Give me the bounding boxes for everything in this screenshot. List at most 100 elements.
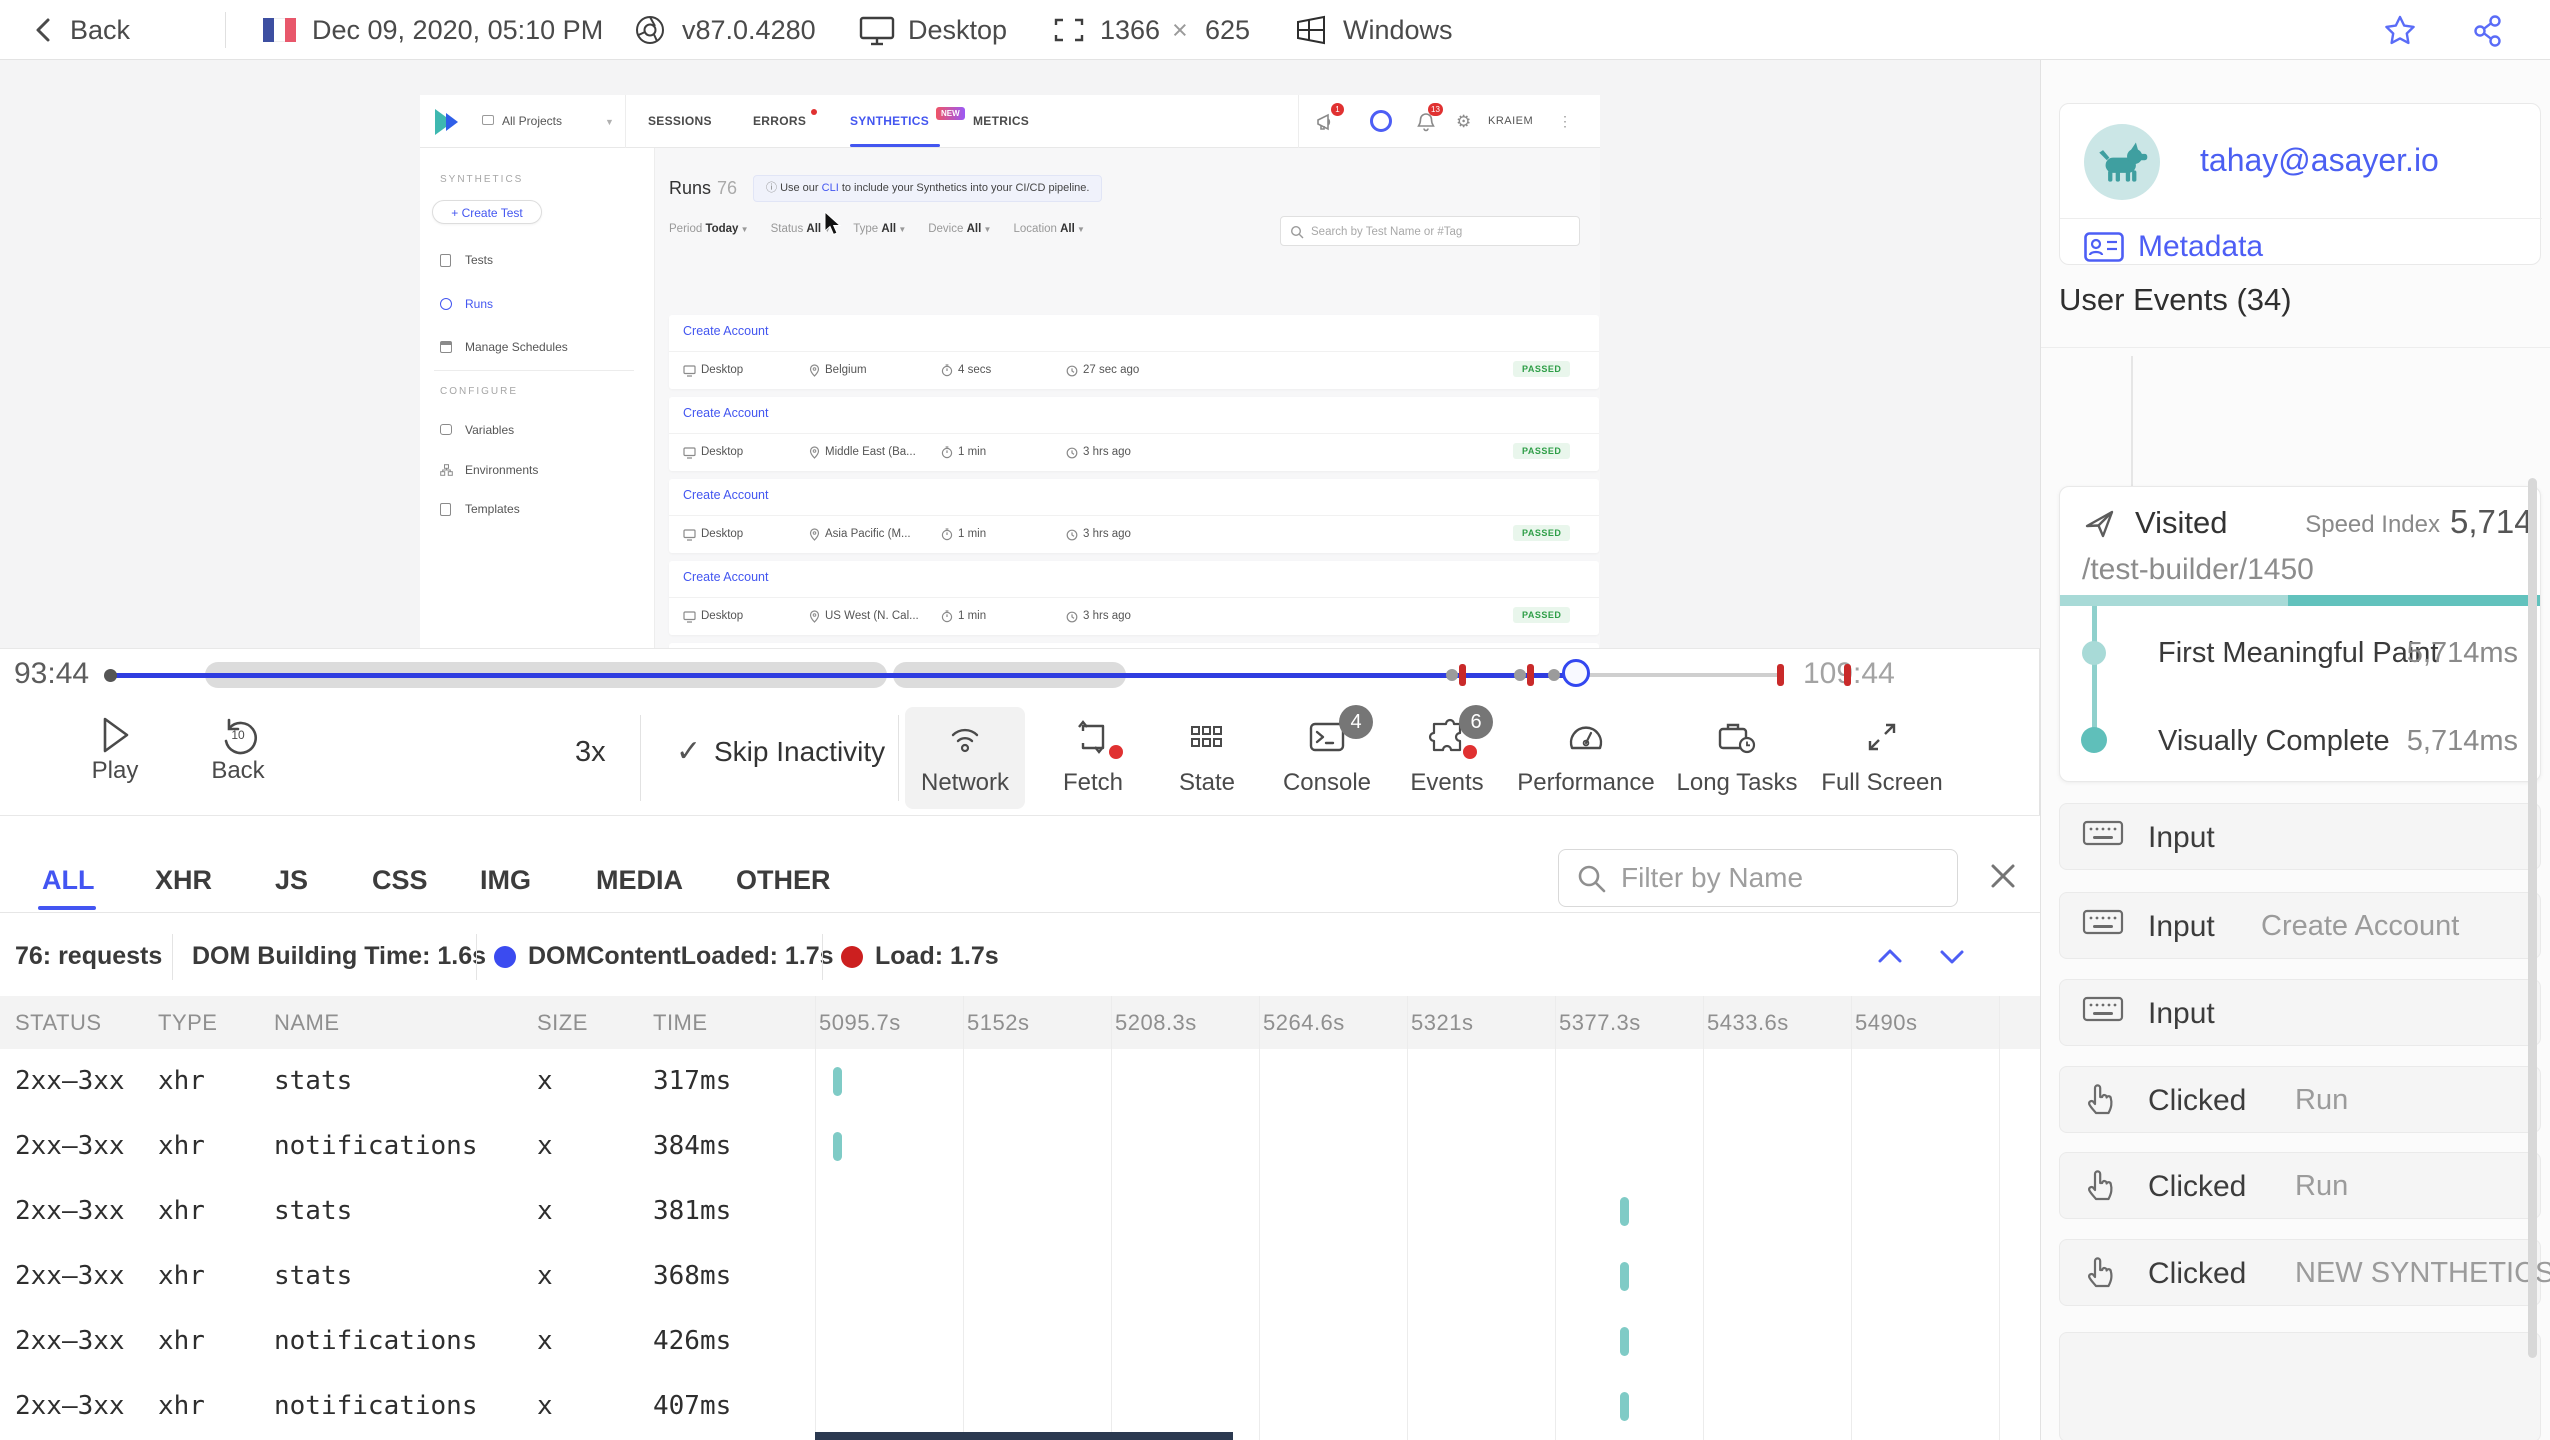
request-name: stats xyxy=(274,1196,353,1226)
back-button[interactable]: Back xyxy=(28,0,168,60)
speed-toggle[interactable]: 3x xyxy=(575,736,606,769)
run-card: Create Account Desktop Belgium 4 secs 27 sec… xyxy=(669,315,1599,389)
issue-marker-tick[interactable] xyxy=(1458,664,1466,686)
panel-button-long-tasks[interactable]: Long Tasks xyxy=(1677,707,1797,809)
mouse-cursor xyxy=(823,211,845,237)
net-tab-img[interactable]: IMG xyxy=(480,856,531,904)
close-panel-icon[interactable] xyxy=(1985,858,2021,894)
net-tab-js[interactable]: JS xyxy=(275,856,308,904)
jump-down-icon[interactable] xyxy=(1932,940,1972,974)
timeline-track[interactable] xyxy=(0,649,2040,701)
network-request-row[interactable]: 2xx–3xx xhr stats x 368ms xyxy=(0,1244,2040,1309)
network-request-row[interactable]: 2xx–3xx xhr notifications x 407ms xyxy=(0,1374,2040,1439)
back-10-button[interactable]: 10 Back xyxy=(200,711,276,811)
event-item-clicked[interactable]: Clicked Run xyxy=(2059,1066,2541,1133)
event-value: Run xyxy=(2295,1170,2349,1202)
skip-inactivity-check-icon[interactable]: ✓ xyxy=(676,734,701,769)
panel-button-performance[interactable]: Performance xyxy=(1517,707,1655,809)
network-request-row[interactable]: 2xx–3xx xhr stats x 317ms xyxy=(0,1049,2040,1114)
network-request-row[interactable]: 2xx–3xx xhr stats x 381ms xyxy=(0,1179,2040,1244)
issue-marker-tick[interactable] xyxy=(1526,664,1534,686)
share-icon[interactable] xyxy=(2470,13,2506,49)
avatar xyxy=(2084,124,2160,200)
event-item-input[interactable]: Input xyxy=(2059,979,2541,1046)
net-tab-css[interactable]: CSS xyxy=(372,856,428,904)
column-header-type[interactable]: TYPE xyxy=(158,996,217,1049)
request-size: x xyxy=(537,1066,553,1096)
net-tab-xhr[interactable]: XHR xyxy=(155,856,212,904)
player-section: 93:44 109:44 Play 10 Back 3x ✓ Skip Inac… xyxy=(0,648,2040,1440)
event-item-input[interactable]: Input xyxy=(2059,803,2541,870)
event-item-input[interactable]: Input Create Account xyxy=(2059,892,2541,959)
network-panel: ALL XHR JS CSS IMG MEDIA OTHER Filter by… xyxy=(0,816,2040,1440)
run-location-icon xyxy=(809,610,820,623)
tests-icon xyxy=(440,254,451,267)
column-header-name[interactable]: NAME xyxy=(274,996,340,1049)
panel-button-network[interactable]: Network xyxy=(905,707,1025,809)
request-type: xhr xyxy=(158,1326,205,1356)
run-device: Desktop xyxy=(683,516,743,553)
run-location-icon xyxy=(809,446,820,459)
request-size: x xyxy=(537,1261,553,1291)
replayed-app-screenshot: All Projects ▼ SESSIONS ERRORS SYNTHETIC… xyxy=(420,95,1600,648)
timeline-remaining[interactable] xyxy=(1578,673,1782,677)
issue-marker-tick[interactable] xyxy=(1776,664,1784,686)
event-item-clicked[interactable]: Clicked Run xyxy=(2059,1152,2541,1219)
back-10-icon: 10 xyxy=(224,718,257,755)
net-tab-all[interactable]: ALL xyxy=(42,856,94,904)
monitor-icon xyxy=(858,15,896,47)
timeline-progress[interactable] xyxy=(110,672,1578,678)
panel-label: Full Screen xyxy=(1821,769,1943,796)
skip-inactivity-label[interactable]: Skip Inactivity xyxy=(714,736,885,768)
column-header-time[interactable]: TIME xyxy=(653,996,708,1049)
event-marker-dot[interactable] xyxy=(1514,669,1526,681)
column-header-size[interactable]: SIZE xyxy=(537,996,588,1049)
count-badge: 6 xyxy=(1459,705,1493,739)
session-sidebar: tahay@asayer.io Metadata User Events (34… xyxy=(2040,60,2550,1440)
time-column-header: 5095.7s xyxy=(819,1010,901,1035)
run-duration: 4 secs xyxy=(941,352,991,389)
favorite-star-icon[interactable] xyxy=(2382,13,2418,49)
app-header-divider xyxy=(625,95,626,148)
metadata-button[interactable]: Metadata xyxy=(2138,230,2263,264)
event-marker-dot[interactable] xyxy=(1548,669,1560,681)
filter-input[interactable]: Filter by Name xyxy=(1558,849,1958,907)
topbar-divider xyxy=(225,12,226,48)
request-timing-bar xyxy=(833,1132,842,1161)
run-duration-icon xyxy=(941,528,953,541)
network-request-row[interactable]: 2xx–3xx xhr notifications x 384ms xyxy=(0,1114,2040,1179)
jump-up-icon[interactable] xyxy=(1870,940,1910,974)
visited-event-card[interactable]: Visited Speed Index 5,714 /test-builder/… xyxy=(2059,486,2541,782)
network-request-row[interactable]: 2xx–3xx xhr notifications x 426ms xyxy=(0,1309,2040,1374)
sidebar-scrollbar[interactable] xyxy=(2528,478,2537,1358)
net-tab-other[interactable]: OTHER xyxy=(736,856,831,904)
user-events-title: User Events (34) xyxy=(2059,282,2292,317)
panel-button-full-screen[interactable]: Full Screen xyxy=(1821,707,1943,809)
app-main: Runs 76 ⓘ Use our CLI to include your Sy… xyxy=(655,148,1600,648)
issue-marker-tick[interactable] xyxy=(1843,664,1851,686)
timeline-scroll-indicator[interactable] xyxy=(815,1432,1233,1440)
timeline-bar[interactable]: 93:44 109:44 xyxy=(0,649,2040,701)
request-type: xhr xyxy=(158,1391,205,1421)
request-timing-bar xyxy=(833,1067,842,1096)
app-user-name: KRAIEM xyxy=(1488,115,1534,127)
replay-stage[interactable]: All Projects ▼ SESSIONS ERRORS SYNTHETIC… xyxy=(0,60,2040,648)
play-button[interactable]: Play xyxy=(80,711,150,811)
run-detail-row: Desktop Middle East (Ba... 1 min 3 hrs ago P… xyxy=(669,434,1599,471)
net-tab-media[interactable]: MEDIA xyxy=(596,856,683,904)
panel-button-events[interactable]: Events 6 xyxy=(1387,705,1507,809)
panel-button-state[interactable]: State xyxy=(1147,707,1267,809)
event-marker-dot[interactable] xyxy=(1446,669,1458,681)
timeline-playhead[interactable] xyxy=(1562,659,1590,687)
metric-dot-vc xyxy=(2081,727,2107,753)
panel-button-console[interactable]: Console 4 xyxy=(1267,705,1387,809)
run-time-ago: 3 hrs ago xyxy=(1066,434,1131,471)
event-item-clicked[interactable]: Clicked NEW SYNTHETICS xyxy=(2059,1239,2550,1306)
app-header-divider2 xyxy=(1298,95,1299,148)
errors-dot xyxy=(811,109,817,115)
column-header-status[interactable]: STATUS xyxy=(15,996,102,1049)
request-name: stats xyxy=(274,1261,353,1291)
alert-dot xyxy=(1109,745,1123,759)
user-email[interactable]: tahay@asayer.io xyxy=(2200,142,2439,179)
request-time: 384ms xyxy=(653,1131,732,1161)
